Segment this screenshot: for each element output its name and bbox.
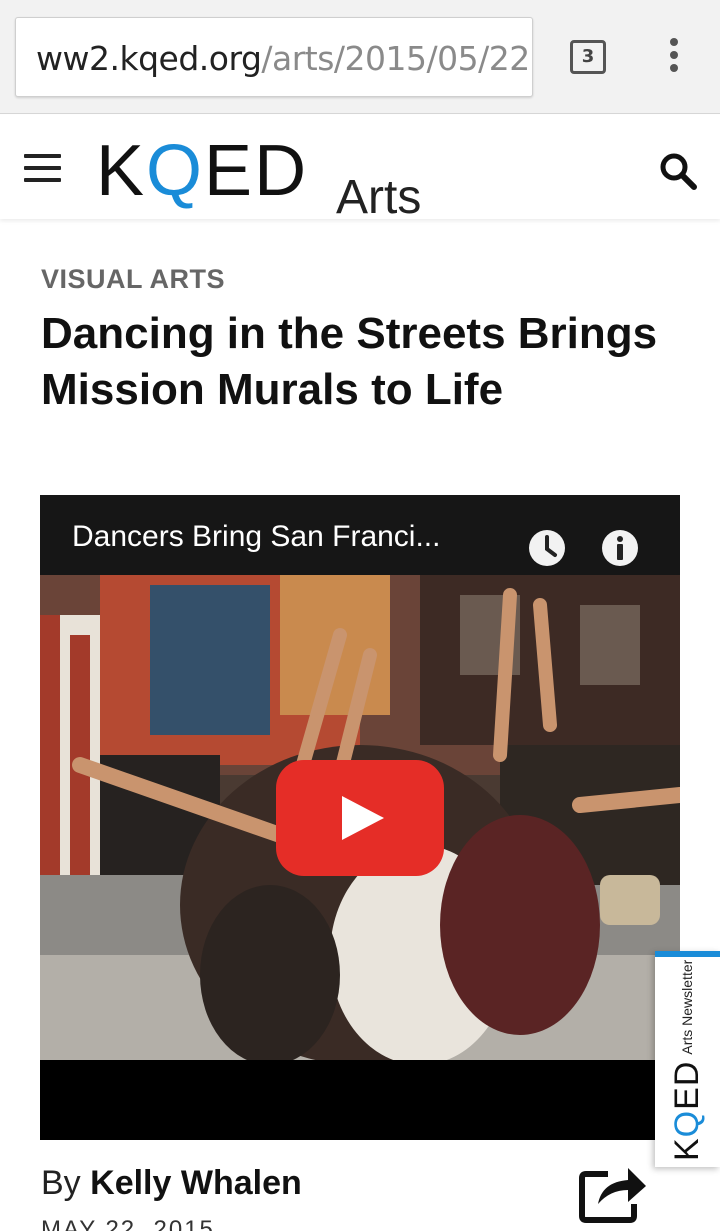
play-button-icon[interactable] [276,760,444,876]
url-text: ww2.kqed.org/arts/2015/05/22 [36,40,530,78]
search-icon[interactable] [658,151,698,191]
watch-later-clock-icon[interactable] [527,528,567,568]
share-icon[interactable] [578,1160,648,1224]
address-bar[interactable]: ww2.kqed.org/arts/2015/05/22 [15,17,533,97]
overflow-menu-icon[interactable] [664,38,684,78]
url-path: /arts/2015/05/22 [261,39,530,78]
byline: By Kelly Whalen [41,1164,302,1203]
article-category[interactable]: VISUAL ARTS [41,264,225,295]
tab-switcher-button[interactable]: 3 [570,40,606,74]
video-title[interactable]: Dancers Bring San Franci... [72,520,440,554]
byline-prefix: By [41,1164,81,1202]
section-name: Arts [336,171,422,224]
site-header: KQED Arts [0,115,720,223]
newsletter-label: Arts Newsletter [679,959,695,1055]
info-icon[interactable] [600,528,640,568]
publish-date: MAY 22, 2015 [41,1216,215,1231]
newsletter-signup-tab[interactable]: KQED Arts Newsletter [655,951,720,1167]
hamburger-menu-icon[interactable] [24,154,61,182]
kqed-wordmark: KQED [96,131,309,211]
url-domain: ww2.kqed.org [36,39,262,78]
newsletter-kqed-logo: KQED [668,1060,706,1161]
newsletter-tab-content: KQED Arts Newsletter [665,945,720,1161]
video-player[interactable]: Dancers Bring San Franci... [40,495,680,1140]
browser-toolbar: ww2.kqed.org/arts/2015/05/22 3 [0,0,720,114]
article-headline: Dancing in the Streets Brings Mission Mu… [41,309,658,414]
author-name[interactable]: Kelly Whalen [90,1164,302,1202]
video-title-bar: Dancers Bring San Franci... [40,495,680,575]
